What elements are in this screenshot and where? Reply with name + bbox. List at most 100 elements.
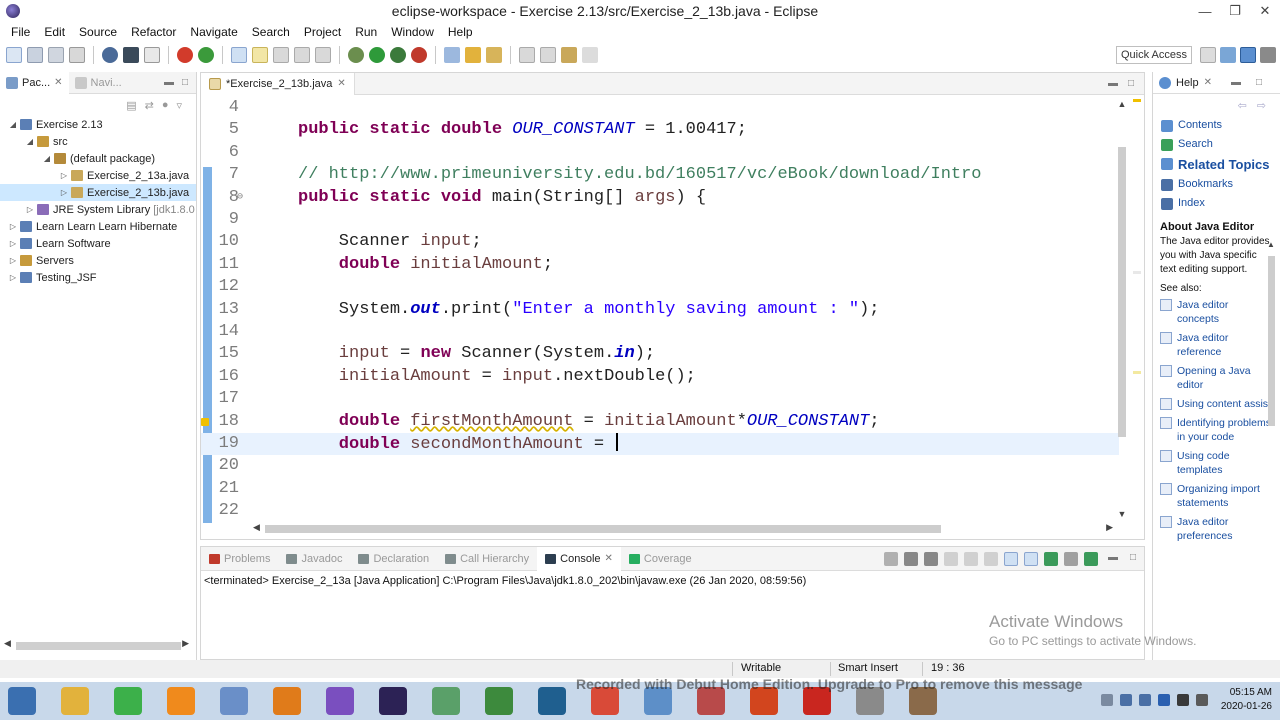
warning-icon[interactable] bbox=[201, 417, 209, 426]
minimize-icon[interactable]: ▬ bbox=[164, 77, 174, 88]
remove-launch-icon[interactable] bbox=[903, 551, 918, 566]
collapsed-arrow-icon[interactable]: ▷ bbox=[8, 273, 18, 282]
help-scrollbar[interactable]: ▲ bbox=[1267, 240, 1276, 652]
code-line[interactable]: 16 initialAmount = input.nextDouble(); bbox=[201, 366, 1119, 388]
menu-help[interactable]: Help bbox=[441, 25, 480, 39]
menu-run[interactable]: Run bbox=[348, 25, 384, 39]
collapse-all-icon[interactable]: ▤ bbox=[126, 99, 136, 112]
collapsed-arrow-icon[interactable]: ▷ bbox=[59, 188, 69, 197]
fold-toggle-icon[interactable]: ⊖ bbox=[237, 187, 243, 209]
tree-item[interactable]: ▷ JRE System Library [jdk1.8.0 bbox=[0, 201, 196, 218]
menu-refactor[interactable]: Refactor bbox=[124, 25, 183, 39]
scroll-lock-icon[interactable] bbox=[963, 551, 978, 566]
debug-icon[interactable] bbox=[102, 47, 118, 63]
code-line[interactable]: 15 input = new Scanner(System.in); bbox=[201, 343, 1119, 365]
help-link-search[interactable]: Search bbox=[1153, 135, 1280, 154]
tree-item[interactable]: ◢ (default package) bbox=[0, 150, 196, 167]
minimize-button[interactable]: — bbox=[1190, 4, 1220, 19]
clear-console-icon[interactable] bbox=[943, 551, 958, 566]
spotify-icon[interactable] bbox=[114, 687, 142, 715]
code-line[interactable]: 21 bbox=[201, 478, 1119, 500]
help-link-contents[interactable]: Contents bbox=[1153, 116, 1280, 135]
tree-item[interactable]: ▷ Exercise_2_13a.java bbox=[0, 167, 196, 184]
close-button[interactable]: ✕ bbox=[1250, 3, 1280, 19]
close-icon[interactable]: ✕ bbox=[337, 78, 345, 89]
menu-navigate[interactable]: Navigate bbox=[183, 25, 244, 39]
java-ee-perspective-icon[interactable] bbox=[1220, 47, 1236, 63]
code-line[interactable]: 11 double initialAmount; bbox=[201, 254, 1119, 276]
highlight-icon[interactable] bbox=[252, 47, 268, 63]
tree-item[interactable]: ◢ Exercise 2.13 bbox=[0, 116, 196, 133]
code-line[interactable]: 9 bbox=[201, 209, 1119, 231]
scroll-thumb[interactable] bbox=[1268, 256, 1275, 426]
pin-console-icon[interactable] bbox=[1043, 551, 1058, 566]
tree-item[interactable]: ◢ src bbox=[0, 133, 196, 150]
new-java-class-icon[interactable] bbox=[177, 47, 193, 63]
scroll-right-icon[interactable]: ▶ bbox=[182, 638, 189, 649]
expanded-arrow-icon[interactable]: ◢ bbox=[25, 137, 35, 146]
notepad-icon[interactable] bbox=[485, 687, 513, 715]
menu-file[interactable]: File bbox=[4, 25, 37, 39]
see-also-link[interactable]: Organizing import statements bbox=[1160, 478, 1273, 511]
focus-task-icon[interactable]: ● bbox=[162, 99, 169, 111]
eclipse-icon[interactable] bbox=[379, 687, 407, 715]
tab-problems[interactable]: Problems bbox=[201, 547, 278, 571]
editor-tab-exercise-2-13b[interactable]: *Exercise_2_13b.java ✕ bbox=[201, 72, 355, 95]
toggle-mark-icon[interactable] bbox=[273, 47, 289, 63]
tree-item[interactable]: ▷ Learn Software bbox=[0, 235, 196, 252]
collapsed-arrow-icon[interactable]: ▷ bbox=[25, 205, 35, 214]
scroll-left-icon[interactable]: ◀ bbox=[4, 638, 11, 649]
maximize-icon[interactable]: □ bbox=[182, 77, 188, 88]
overview-marker[interactable] bbox=[1133, 371, 1141, 374]
see-also-link[interactable]: Identifying problems in your code bbox=[1160, 412, 1273, 445]
overview-ruler[interactable] bbox=[1132, 99, 1142, 519]
code-line[interactable]: 4 bbox=[201, 97, 1119, 119]
forward-icon[interactable] bbox=[582, 47, 598, 63]
code-area[interactable]: 4 5 public static double OUR_CONSTANT = 1.… bbox=[201, 97, 1119, 523]
java-perspective-icon[interactable] bbox=[1240, 47, 1256, 63]
code-line[interactable]: 12 bbox=[201, 276, 1119, 298]
code-line[interactable]: 5 public static double OUR_CONSTANT = 1.0… bbox=[201, 119, 1119, 141]
prev-annotation-icon[interactable] bbox=[540, 47, 556, 63]
android-studio-icon[interactable] bbox=[432, 687, 460, 715]
tray-chevron-icon[interactable] bbox=[1100, 694, 1113, 706]
show-whitespace-icon[interactable] bbox=[294, 47, 310, 63]
maximize-icon[interactable]: □ bbox=[1128, 78, 1134, 89]
see-also-link[interactable]: Using content assist bbox=[1160, 393, 1273, 412]
block-selection-icon[interactable] bbox=[315, 47, 331, 63]
tab-javadoc[interactable]: Javadoc bbox=[278, 547, 350, 571]
search-icon[interactable] bbox=[486, 47, 502, 63]
bluetooth-icon[interactable] bbox=[1157, 694, 1170, 706]
tab-package-explorer[interactable]: Pac... ✕ bbox=[0, 71, 69, 94]
code-line[interactable]: 14 bbox=[201, 321, 1119, 343]
tab-declaration[interactable]: Declaration bbox=[350, 547, 437, 571]
file-explorer-icon[interactable] bbox=[61, 687, 89, 715]
close-icon[interactable]: ✕ bbox=[54, 77, 62, 88]
help-link-related-topics[interactable]: Related Topics bbox=[1153, 154, 1280, 175]
open-perspective-icon[interactable] bbox=[1200, 47, 1216, 63]
code-line[interactable]: 7 // http://www.primeuniversity.edu.bd/16… bbox=[201, 164, 1119, 186]
menu-window[interactable]: Window bbox=[384, 25, 441, 39]
minimize-icon[interactable]: ▬ bbox=[1108, 552, 1118, 566]
visual-studio-icon[interactable] bbox=[326, 687, 354, 715]
quick-access-field[interactable]: Quick Access bbox=[1115, 46, 1192, 64]
code-line[interactable]: 10 Scanner input; bbox=[201, 231, 1119, 253]
menu-edit[interactable]: Edit bbox=[37, 25, 72, 39]
skip-breakpoints-icon[interactable] bbox=[144, 47, 160, 63]
open-console-icon[interactable] bbox=[1083, 551, 1098, 566]
menu-search[interactable]: Search bbox=[245, 25, 297, 39]
run-icon[interactable] bbox=[369, 47, 385, 63]
forward-icon[interactable]: ⇨ bbox=[1257, 99, 1266, 112]
maximize-icon[interactable]: □ bbox=[1130, 552, 1136, 566]
coverage-run-icon[interactable] bbox=[390, 47, 406, 63]
new-icon[interactable] bbox=[6, 47, 22, 63]
next-annotation-icon[interactable] bbox=[519, 47, 535, 63]
close-icon[interactable]: ✕ bbox=[1204, 77, 1212, 88]
save-icon[interactable] bbox=[27, 47, 43, 63]
tab-console[interactable]: Console ✕ bbox=[537, 546, 621, 571]
tree-item[interactable]: ▷ Learn Learn Learn Hibernate bbox=[0, 218, 196, 235]
vertical-scrollbar[interactable]: ▲ ▼ bbox=[1116, 99, 1128, 519]
remove-all-icon[interactable] bbox=[923, 551, 938, 566]
see-also-link[interactable]: Java editor preferences bbox=[1160, 511, 1273, 544]
code-line[interactable]: 13 System.out.print("Enter a monthly sav… bbox=[201, 299, 1119, 321]
